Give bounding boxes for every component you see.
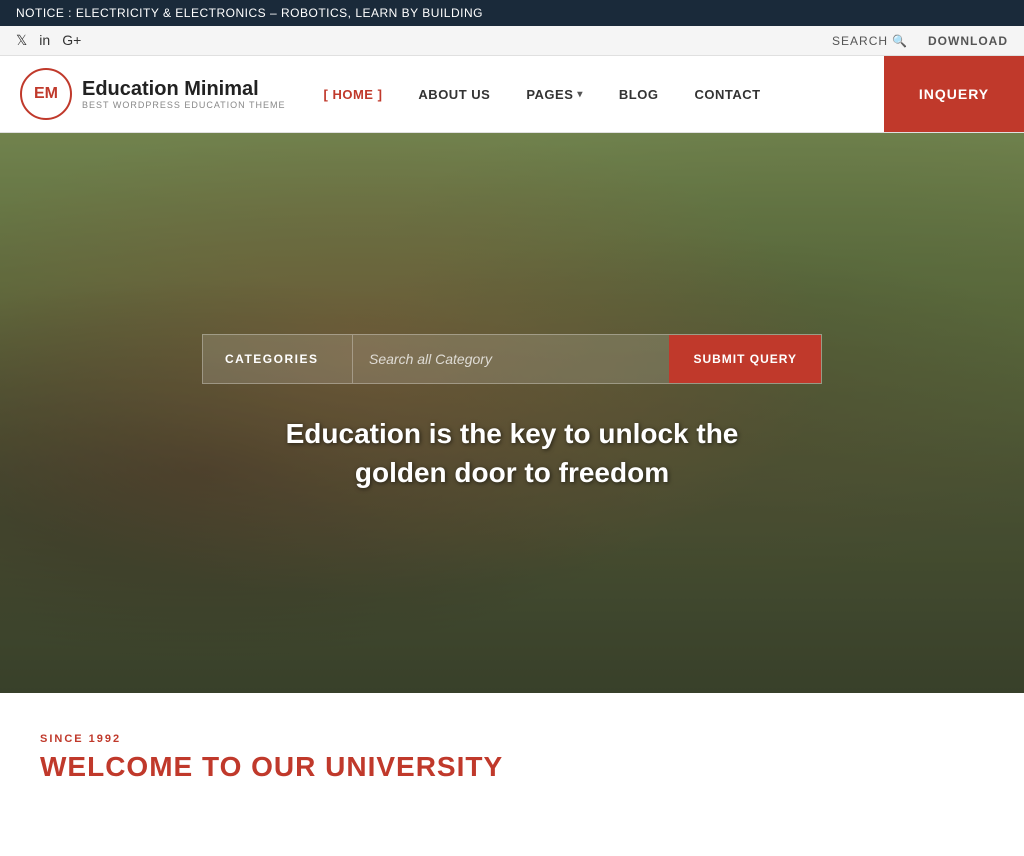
inquery-button[interactable]: INQUERY bbox=[884, 56, 1024, 132]
download-link[interactable]: DOWNLOAD bbox=[928, 34, 1008, 48]
since-label: SINCE 1992 bbox=[40, 733, 984, 745]
top-bar: 𝕏 in G+ SEARCH 🔍 DOWNLOAD bbox=[0, 26, 1024, 56]
hero-content: CATEGORIES SUBMIT QUERY Education is the… bbox=[0, 334, 1024, 492]
google-plus-icon[interactable]: G+ bbox=[62, 32, 81, 49]
welcome-title: WELCOME TO OUR UNIVERSITY bbox=[40, 751, 984, 783]
nav-blog-label: BLOG bbox=[619, 87, 659, 102]
logo-text: Education Minimal BEST WORDPRESS EDUCATI… bbox=[82, 78, 286, 110]
logo-initials: EM bbox=[34, 85, 58, 103]
navbar: EM Education Minimal BEST WORDPRESS EDUC… bbox=[0, 56, 1024, 133]
nav-home-label: [ HOME ] bbox=[324, 87, 383, 102]
logo-tagline: BEST WORDPRESS EDUCATION THEME bbox=[82, 100, 286, 110]
search-label: SEARCH bbox=[832, 34, 888, 48]
chevron-down-icon: ▾ bbox=[577, 89, 583, 100]
nav-item-about[interactable]: ABOUT US bbox=[400, 56, 508, 132]
linkedin-icon[interactable]: in bbox=[39, 32, 50, 49]
hero-search-bar: CATEGORIES SUBMIT QUERY bbox=[202, 334, 822, 384]
notice-text: NOTICE : ELECTRICITY & ELECTRONICS – ROB… bbox=[16, 6, 483, 20]
twitter-icon[interactable]: 𝕏 bbox=[16, 32, 27, 49]
nav-pages-label: PAGES bbox=[526, 87, 573, 102]
nav-item-blog[interactable]: BLOG bbox=[601, 56, 677, 132]
nav-item-contact[interactable]: CONTACT bbox=[676, 56, 778, 132]
search-link[interactable]: SEARCH 🔍 bbox=[832, 34, 908, 48]
below-hero-section: SINCE 1992 WELCOME TO OUR UNIVERSITY bbox=[0, 693, 1024, 803]
submit-query-button[interactable]: SUBMIT QUERY bbox=[669, 335, 821, 383]
hero-tagline: Education is the key to unlock the golde… bbox=[242, 414, 782, 492]
search-icon: 🔍 bbox=[892, 34, 908, 48]
social-icons-group: 𝕏 in G+ bbox=[16, 32, 81, 49]
nav-contact-label: CONTACT bbox=[694, 87, 760, 102]
topbar-right: SEARCH 🔍 DOWNLOAD bbox=[832, 34, 1008, 48]
nav-about-label: ABOUT US bbox=[418, 87, 490, 102]
notice-bar: NOTICE : ELECTRICITY & ELECTRONICS – ROB… bbox=[0, 0, 1024, 26]
nav-item-home[interactable]: [ HOME ] bbox=[306, 56, 401, 132]
search-input[interactable] bbox=[353, 335, 669, 383]
search-category-label[interactable]: CATEGORIES bbox=[203, 335, 353, 383]
logo-emblem: EM bbox=[20, 68, 72, 120]
hero-section: CATEGORIES SUBMIT QUERY Education is the… bbox=[0, 133, 1024, 693]
inquery-label: INQUERY bbox=[919, 86, 989, 102]
logo-name: Education Minimal bbox=[82, 78, 286, 100]
nav-item-pages[interactable]: PAGES ▾ bbox=[508, 56, 601, 132]
nav-links: [ HOME ] ABOUT US PAGES ▾ BLOG CONTACT bbox=[306, 56, 884, 132]
logo-area: EM Education Minimal BEST WORDPRESS EDUC… bbox=[0, 56, 306, 132]
